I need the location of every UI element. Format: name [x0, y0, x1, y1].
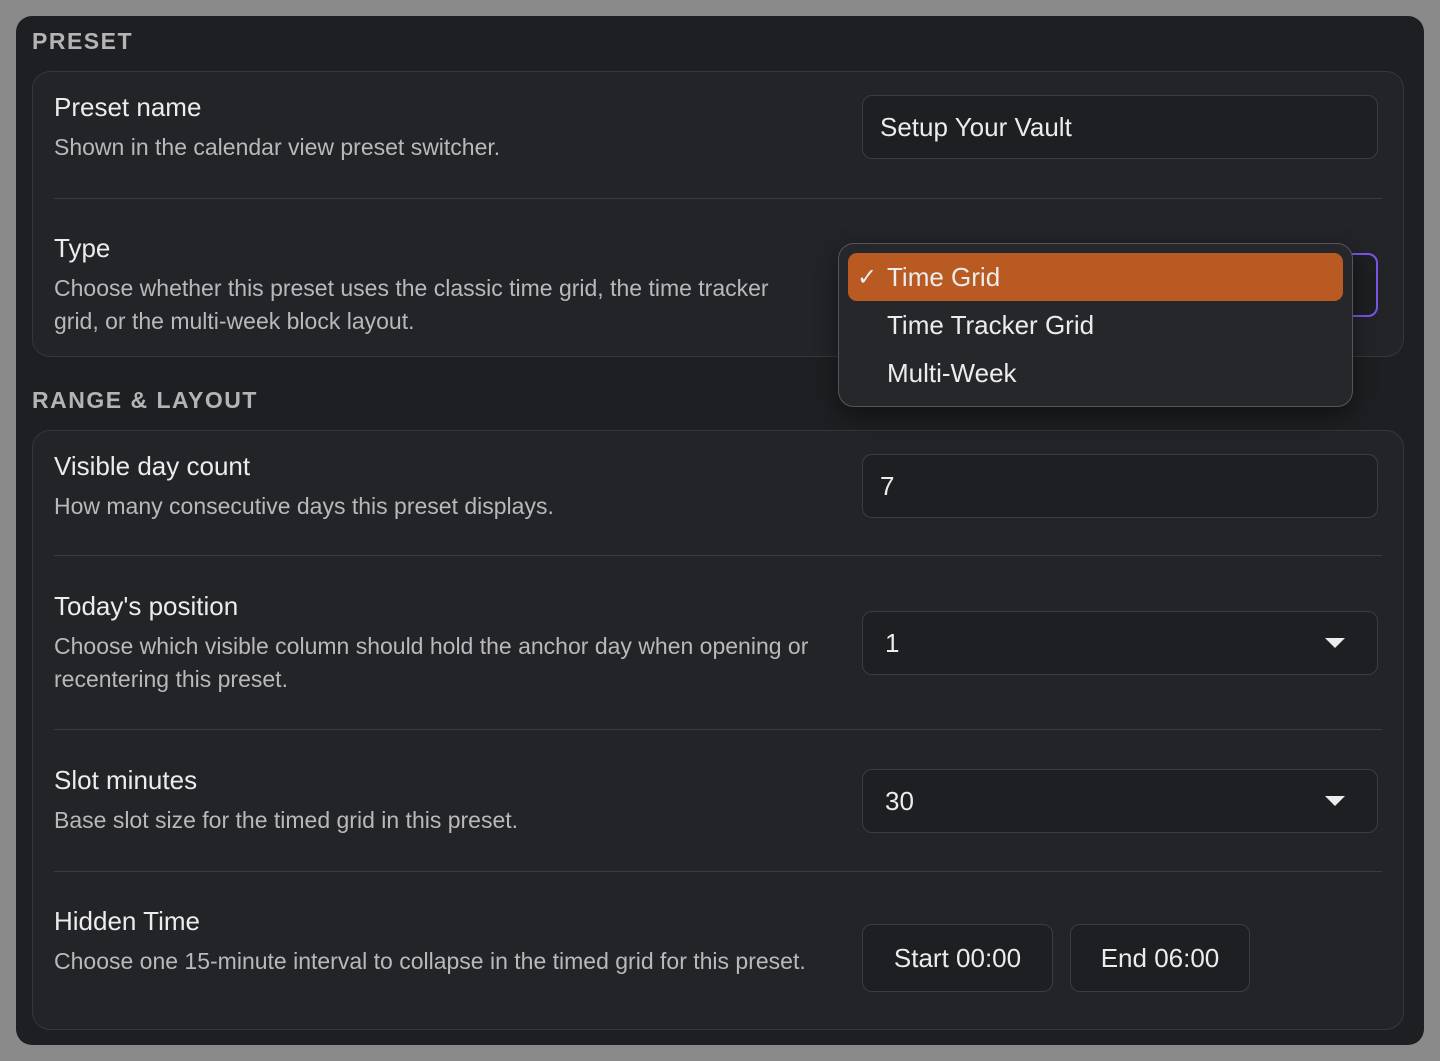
- hidden-time-start-button[interactable]: Start 00:00: [862, 924, 1053, 992]
- section-heading-preset: PRESET: [32, 28, 134, 54]
- setting-row-todays-position: Today's position Choose which visible co…: [54, 556, 1382, 729]
- setting-description: How many consecutive days this preset di…: [54, 493, 554, 519]
- setting-name: Today's position: [54, 591, 239, 621]
- setting-description: Base slot size for the timed grid in thi…: [54, 807, 519, 833]
- dropdown-option-time-grid[interactable]: ✓ Time Grid: [848, 253, 1343, 301]
- chevron-down-icon: [1325, 638, 1345, 648]
- dropdown-option-multi-week[interactable]: Multi-Week: [848, 349, 1343, 397]
- type-dropdown-menu: ✓ Time Grid Time Tracker Grid Multi-Week: [838, 243, 1353, 407]
- range-layout-group: Visible day count How many consecutive d…: [32, 430, 1404, 1030]
- option-label: Time Grid: [887, 261, 1001, 292]
- chevron-down-icon: [1325, 796, 1345, 806]
- select-value: 30: [885, 785, 914, 816]
- setting-row-preset-name: Preset name Shown in the calendar view p…: [54, 72, 1382, 198]
- check-icon: ✓: [857, 263, 878, 291]
- preset-name-input[interactable]: [862, 95, 1378, 159]
- setting-name: Slot minutes: [54, 765, 198, 795]
- hidden-time-end-button[interactable]: End 06:00: [1070, 924, 1250, 992]
- option-label: Multi-Week: [887, 357, 1017, 388]
- visible-day-count-input[interactable]: [862, 454, 1378, 518]
- setting-name: Preset name: [54, 92, 202, 122]
- select-value: 1: [885, 627, 900, 658]
- slot-minutes-select[interactable]: 30: [862, 769, 1378, 833]
- setting-description: Choose whether this preset uses the clas…: [54, 275, 769, 334]
- section-heading-range-layout: RANGE & LAYOUT: [32, 387, 258, 413]
- dropdown-option-time-tracker-grid[interactable]: Time Tracker Grid: [848, 301, 1343, 349]
- setting-row-hidden-time: Hidden Time Choose one 15-minute interva…: [54, 872, 1382, 1030]
- setting-description: Choose one 15-minute interval to collaps…: [54, 948, 806, 974]
- setting-name: Visible day count: [54, 451, 251, 481]
- setting-row-visible-day-count: Visible day count How many consecutive d…: [54, 431, 1382, 555]
- todays-position-select[interactable]: 1: [862, 611, 1378, 675]
- setting-name: Type: [54, 233, 111, 263]
- settings-panel: PRESET Preset name Shown in the calendar…: [16, 16, 1424, 1045]
- setting-description: Shown in the calendar view preset switch…: [54, 134, 501, 160]
- setting-row-slot-minutes: Slot minutes Base slot size for the time…: [54, 730, 1382, 871]
- setting-name: Hidden Time: [54, 906, 200, 936]
- setting-description: Choose which visible column should hold …: [54, 633, 809, 692]
- option-label: Time Tracker Grid: [887, 309, 1095, 340]
